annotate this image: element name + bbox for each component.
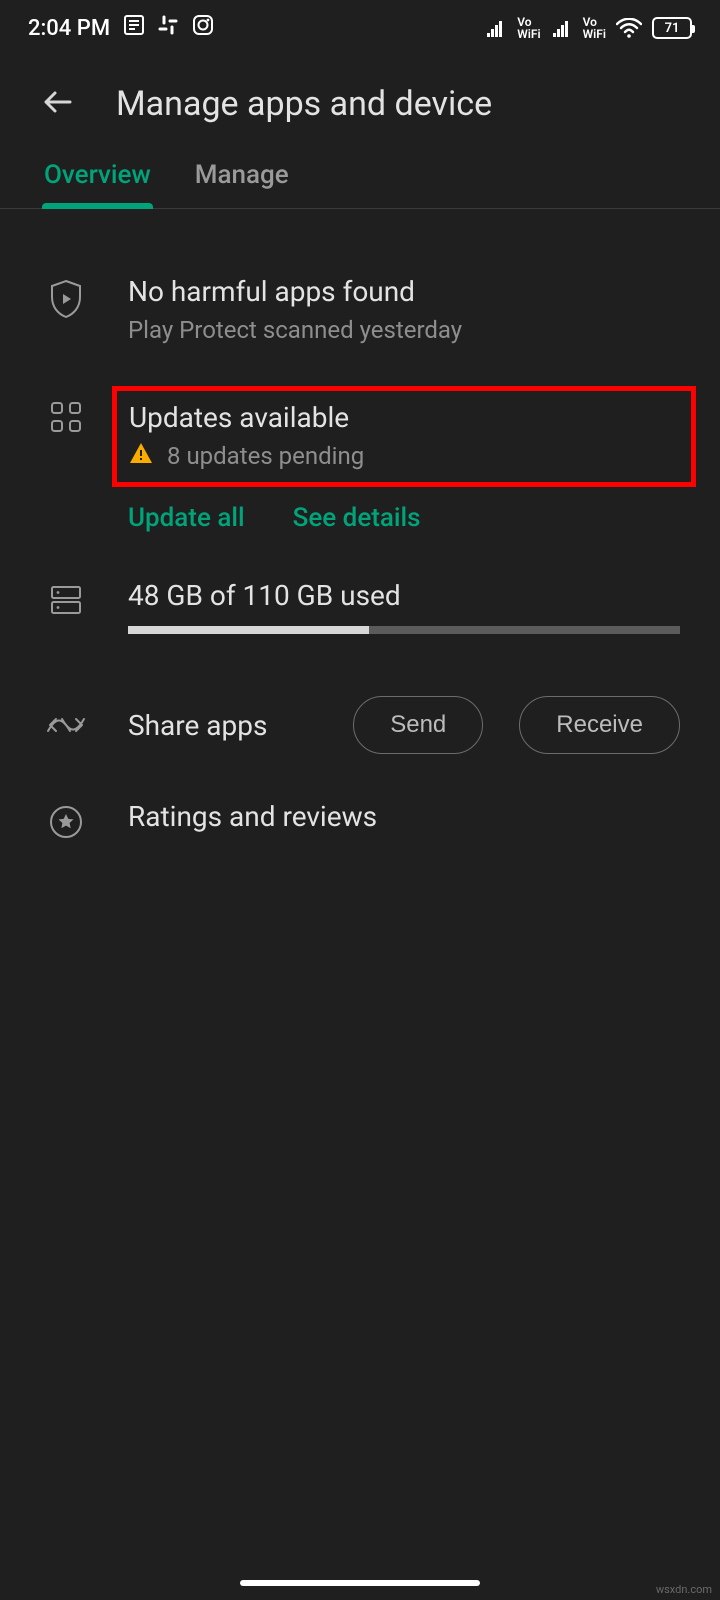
apps-grid-icon xyxy=(40,396,92,434)
storage-icon xyxy=(40,579,92,617)
send-button[interactable]: Send xyxy=(353,696,483,754)
update-all-link[interactable]: Update all xyxy=(128,503,245,533)
signal-icon-1 xyxy=(485,19,507,37)
battery-indicator: 71 xyxy=(652,17,692,39)
play-protect-subtitle: Play Protect scanned yesterday xyxy=(128,316,680,344)
tab-manage[interactable]: Manage xyxy=(195,160,289,208)
tab-bar: Overview Manage xyxy=(0,160,720,209)
updates-subtitle: 8 updates pending xyxy=(129,442,679,470)
share-apps-row: Share apps Send Receive xyxy=(40,660,680,790)
slack-icon xyxy=(158,15,178,41)
status-right: VoWiFi VoWiFi 71 xyxy=(485,16,692,40)
tab-overview[interactable]: Overview xyxy=(44,160,151,208)
updates-pending-text: 8 updates pending xyxy=(167,442,364,470)
updates-actions: Update all See details xyxy=(128,503,680,533)
storage-label: 48 GB of 110 GB used xyxy=(128,579,680,612)
home-indicator[interactable] xyxy=(240,1580,480,1586)
signal-icon-2 xyxy=(551,19,573,37)
status-bar: 2:04 PM VoWiFi VoWiFi 71 xyxy=(0,0,720,56)
storage-fill xyxy=(128,626,369,634)
notification-icon-1 xyxy=(124,15,144,41)
ratings-row[interactable]: Ratings and reviews xyxy=(40,790,680,866)
share-icon xyxy=(40,711,92,739)
ratings-label: Ratings and reviews xyxy=(128,800,680,833)
vowifi-label-1: VoWiFi xyxy=(517,16,540,40)
share-apps-label: Share apps xyxy=(128,709,317,742)
page-title: Manage apps and device xyxy=(116,84,492,124)
warning-icon xyxy=(129,442,153,470)
watermark: wsxdn.com xyxy=(656,1583,712,1596)
see-details-link[interactable]: See details xyxy=(293,503,421,533)
storage-bar xyxy=(128,626,680,634)
battery-level: 71 xyxy=(665,21,680,36)
updates-title: Updates available xyxy=(129,401,679,434)
back-icon[interactable] xyxy=(40,84,76,124)
storage-row[interactable]: 48 GB of 110 GB used xyxy=(40,533,680,660)
status-time: 2:04 PM xyxy=(28,16,110,41)
status-left: 2:04 PM xyxy=(28,14,214,42)
instagram-icon xyxy=(192,14,214,42)
play-protect-title: No harmful apps found xyxy=(128,275,680,308)
play-protect-row[interactable]: No harmful apps found Play Protect scann… xyxy=(40,249,680,370)
play-protect-icon xyxy=(40,275,92,319)
wifi-icon xyxy=(616,18,642,38)
receive-button[interactable]: Receive xyxy=(519,696,680,754)
star-circle-icon xyxy=(40,800,92,840)
page-header: Manage apps and device xyxy=(0,56,720,160)
content-area: No harmful apps found Play Protect scann… xyxy=(0,209,720,866)
updates-highlight: Updates available 8 updates pending xyxy=(112,386,696,487)
vowifi-label-2: VoWiFi xyxy=(583,16,606,40)
updates-row[interactable]: Updates available 8 updates pending Upda… xyxy=(40,370,680,533)
